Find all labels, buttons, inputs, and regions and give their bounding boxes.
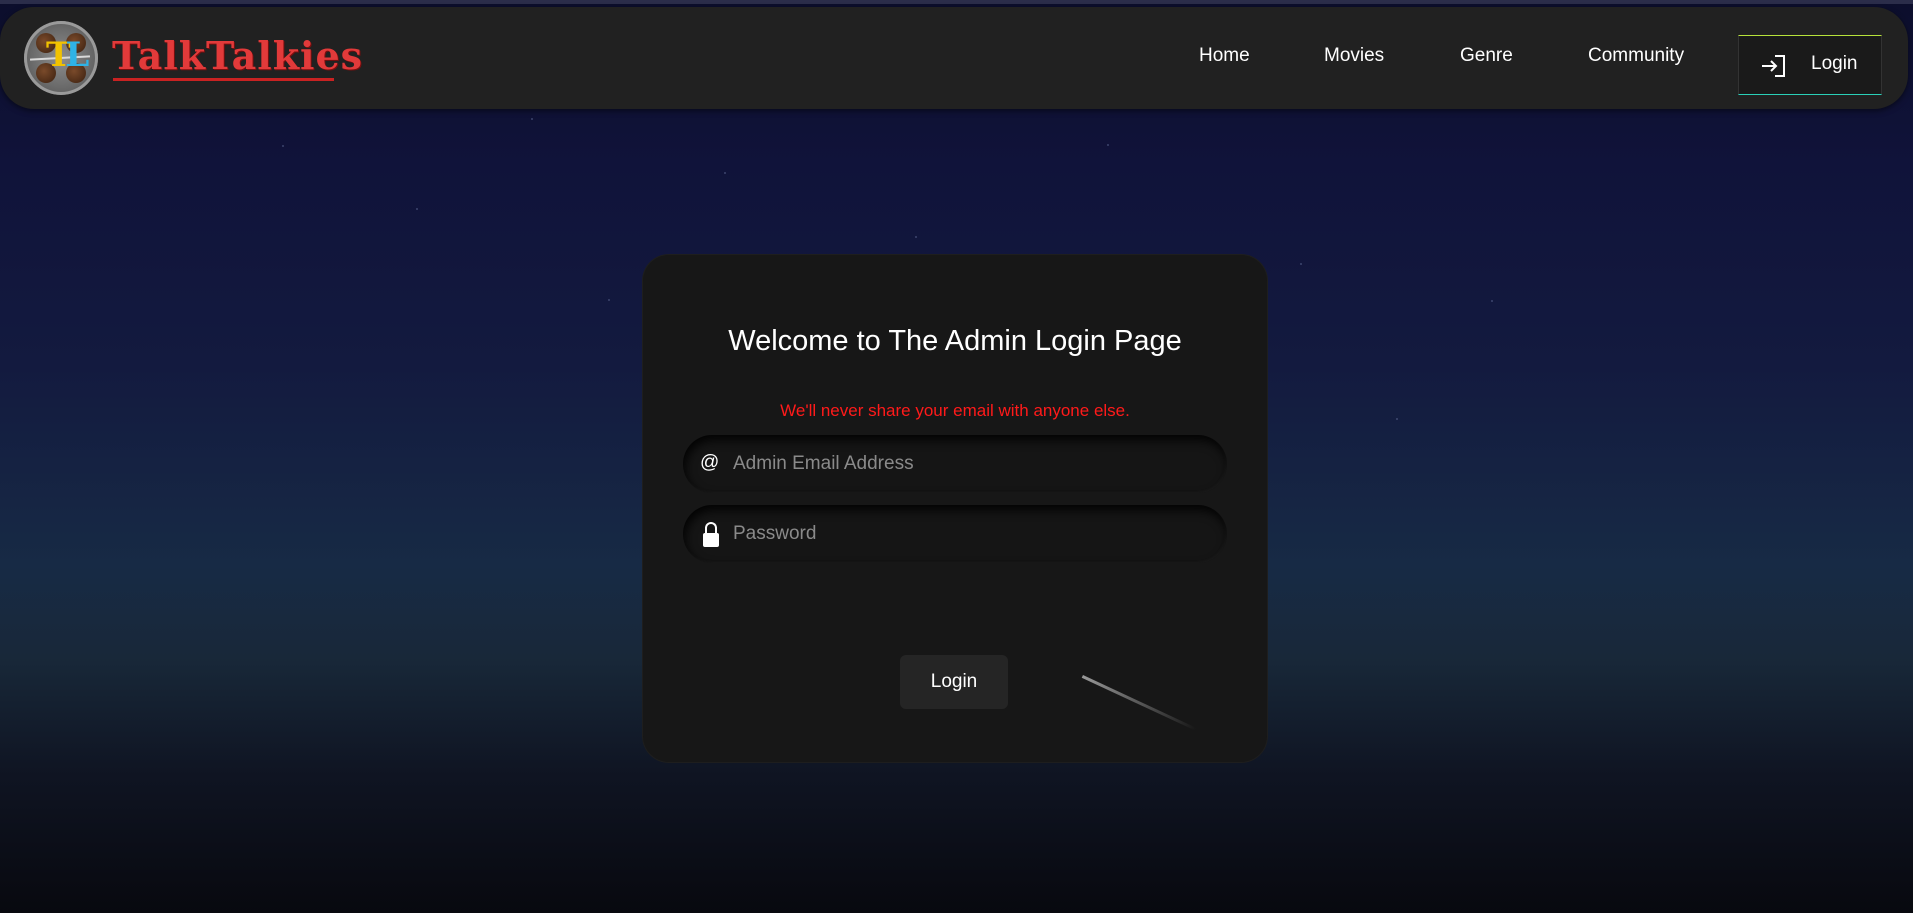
page-title: Welcome to The Admin Login Page: [728, 325, 1182, 357]
nav-home[interactable]: Home: [1199, 45, 1250, 67]
nav-genre[interactable]: Genre: [1460, 45, 1513, 67]
star: [282, 145, 284, 147]
password-placeholder: Password: [733, 523, 817, 544]
star: [1491, 300, 1493, 302]
star: [1107, 144, 1109, 146]
shooting-star-decoration: [1081, 675, 1197, 731]
login-arrow-icon: [1762, 55, 1785, 77]
email-field[interactable]: @ Admin Email Address: [683, 435, 1227, 493]
star: [724, 172, 726, 174]
lock-icon-body: [703, 533, 719, 547]
nav-movies[interactable]: Movies: [1324, 45, 1384, 67]
brand-name[interactable]: TalkTalkies: [112, 31, 363, 81]
privacy-note: We'll never share your email with anyone…: [780, 401, 1130, 420]
email-placeholder: Admin Email Address: [733, 453, 914, 474]
top-border: [0, 0, 1913, 4]
star: [531, 118, 533, 120]
at-icon: @: [700, 452, 720, 473]
star: [608, 299, 610, 301]
nav-community[interactable]: Community: [1588, 45, 1684, 67]
logo-monogram: TL: [46, 35, 89, 75]
star: [915, 236, 917, 238]
logo-reel-icon[interactable]: TL: [24, 21, 98, 95]
login-submit-button[interactable]: Login: [900, 655, 1008, 709]
star: [416, 208, 418, 210]
navbar: TL TalkTalkies Home Movies Genre Communi…: [0, 7, 1908, 109]
password-field[interactable]: Password: [683, 505, 1227, 563]
login-submit-label: Login: [930, 671, 978, 692]
nav-login-button[interactable]: Login: [1738, 35, 1882, 95]
star: [1300, 263, 1302, 265]
nav-login-label: Login: [1811, 53, 1858, 74]
brand-underline: [113, 78, 334, 81]
star: [1396, 418, 1398, 420]
login-card: Welcome to The Admin Login Page We'll ne…: [643, 255, 1267, 762]
